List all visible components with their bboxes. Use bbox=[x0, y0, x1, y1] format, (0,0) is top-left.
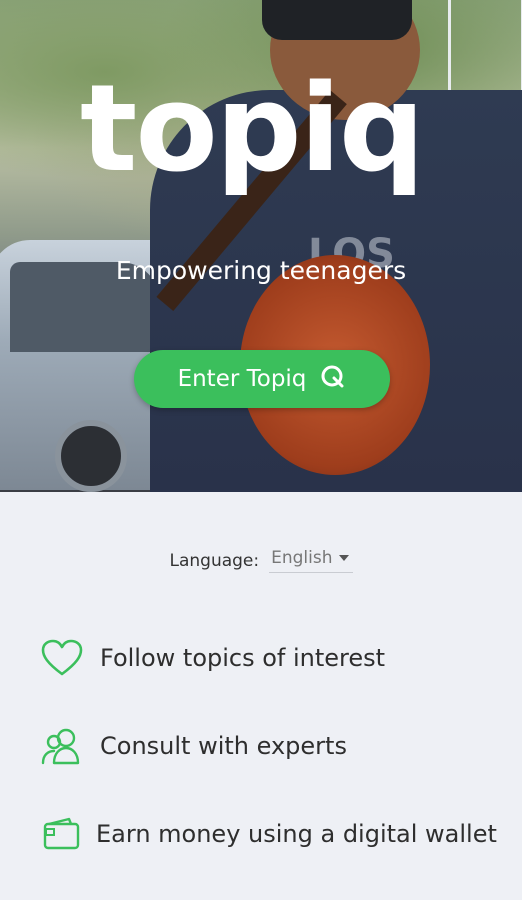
users-icon bbox=[40, 724, 84, 768]
hero-banner: LOS AN 52 topiq Empowering teenagers Ent… bbox=[0, 0, 522, 492]
app-logo: topiq bbox=[80, 60, 425, 199]
chevron-down-icon bbox=[338, 555, 349, 561]
car-wheel bbox=[55, 420, 127, 492]
enter-topiq-button[interactable]: Enter Topiq bbox=[134, 350, 390, 408]
logo-text: topiq bbox=[80, 60, 425, 199]
feature-item-consult: Consult with experts bbox=[40, 724, 347, 768]
topiq-q-icon bbox=[320, 363, 346, 395]
language-dropdown[interactable]: English bbox=[269, 548, 353, 573]
language-label: Language: bbox=[169, 550, 260, 571]
feature-label: Follow topics of interest bbox=[100, 644, 386, 672]
feature-label: Earn money using a digital wallet bbox=[96, 820, 497, 848]
person-cap bbox=[262, 0, 412, 40]
language-selected-value: English bbox=[271, 548, 333, 568]
enter-button-label: Enter Topiq bbox=[177, 366, 307, 392]
feature-item-wallet: Earn money using a digital wallet bbox=[40, 812, 497, 856]
wallet-icon bbox=[40, 812, 84, 856]
tagline: Empowering teenagers bbox=[115, 256, 407, 285]
heart-icon bbox=[40, 636, 84, 680]
feature-item-follow: Follow topics of interest bbox=[40, 636, 385, 680]
feature-label: Consult with experts bbox=[100, 732, 347, 760]
language-selector-row: Language: English bbox=[0, 548, 522, 573]
